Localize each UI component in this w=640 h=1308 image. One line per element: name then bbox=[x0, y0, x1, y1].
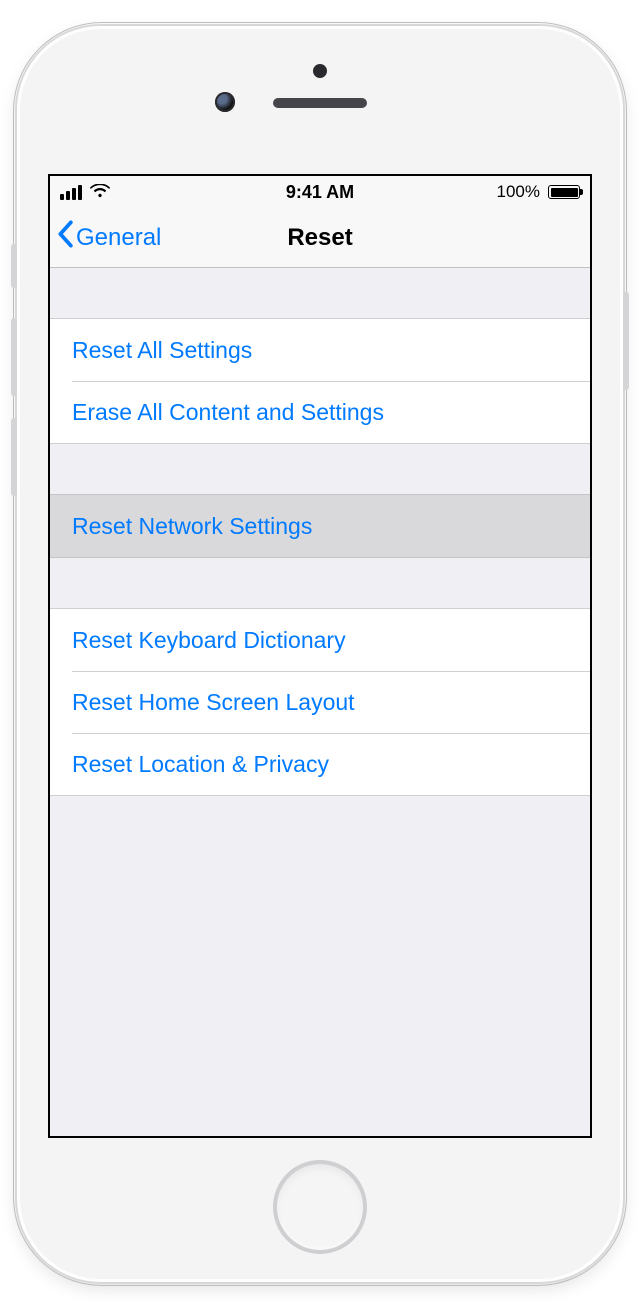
row-label: Reset Keyboard Dictionary bbox=[72, 627, 346, 654]
erase-all-content-row[interactable]: Erase All Content and Settings bbox=[50, 381, 590, 443]
section-spacer bbox=[50, 444, 590, 494]
row-label: Reset Home Screen Layout bbox=[72, 689, 355, 716]
earpiece-speaker bbox=[273, 98, 367, 108]
reset-keyboard-dictionary-row[interactable]: Reset Keyboard Dictionary bbox=[50, 609, 590, 671]
settings-list: Reset All Settings Erase All Content and… bbox=[50, 268, 590, 796]
row-label: Reset All Settings bbox=[72, 337, 252, 364]
back-button[interactable]: General bbox=[50, 220, 161, 255]
back-label: General bbox=[76, 224, 161, 252]
chevron-left-icon bbox=[56, 220, 74, 255]
status-time: 9:41 AM bbox=[50, 182, 590, 203]
section-spacer bbox=[50, 268, 590, 318]
reset-location-privacy-row[interactable]: Reset Location & Privacy bbox=[50, 733, 590, 795]
status-bar: 9:41 AM 100% bbox=[50, 176, 590, 208]
front-camera bbox=[215, 92, 235, 112]
row-label: Reset Network Settings bbox=[72, 513, 312, 540]
reset-all-settings-row[interactable]: Reset All Settings bbox=[50, 319, 590, 381]
screen: 9:41 AM 100% General Reset bbox=[50, 176, 590, 1136]
row-label: Erase All Content and Settings bbox=[72, 399, 384, 426]
row-label: Reset Location & Privacy bbox=[72, 751, 329, 778]
reset-group-3: Reset Keyboard Dictionary Reset Home Scr… bbox=[50, 608, 590, 796]
nav-bar: General Reset bbox=[50, 208, 590, 268]
mute-switch bbox=[11, 244, 17, 288]
section-spacer bbox=[50, 558, 590, 608]
reset-home-screen-layout-row[interactable]: Reset Home Screen Layout bbox=[50, 671, 590, 733]
volume-up-button bbox=[11, 318, 17, 396]
home-button[interactable] bbox=[273, 1160, 367, 1254]
reset-network-settings-row[interactable]: Reset Network Settings bbox=[50, 495, 590, 557]
iphone-device-frame: 9:41 AM 100% General Reset bbox=[17, 26, 623, 1282]
power-button bbox=[623, 292, 629, 390]
reset-group-2: Reset Network Settings bbox=[50, 494, 590, 558]
volume-down-button bbox=[11, 418, 17, 496]
reset-group-1: Reset All Settings Erase All Content and… bbox=[50, 318, 590, 444]
proximity-sensor bbox=[313, 64, 327, 78]
battery-icon bbox=[548, 185, 580, 199]
